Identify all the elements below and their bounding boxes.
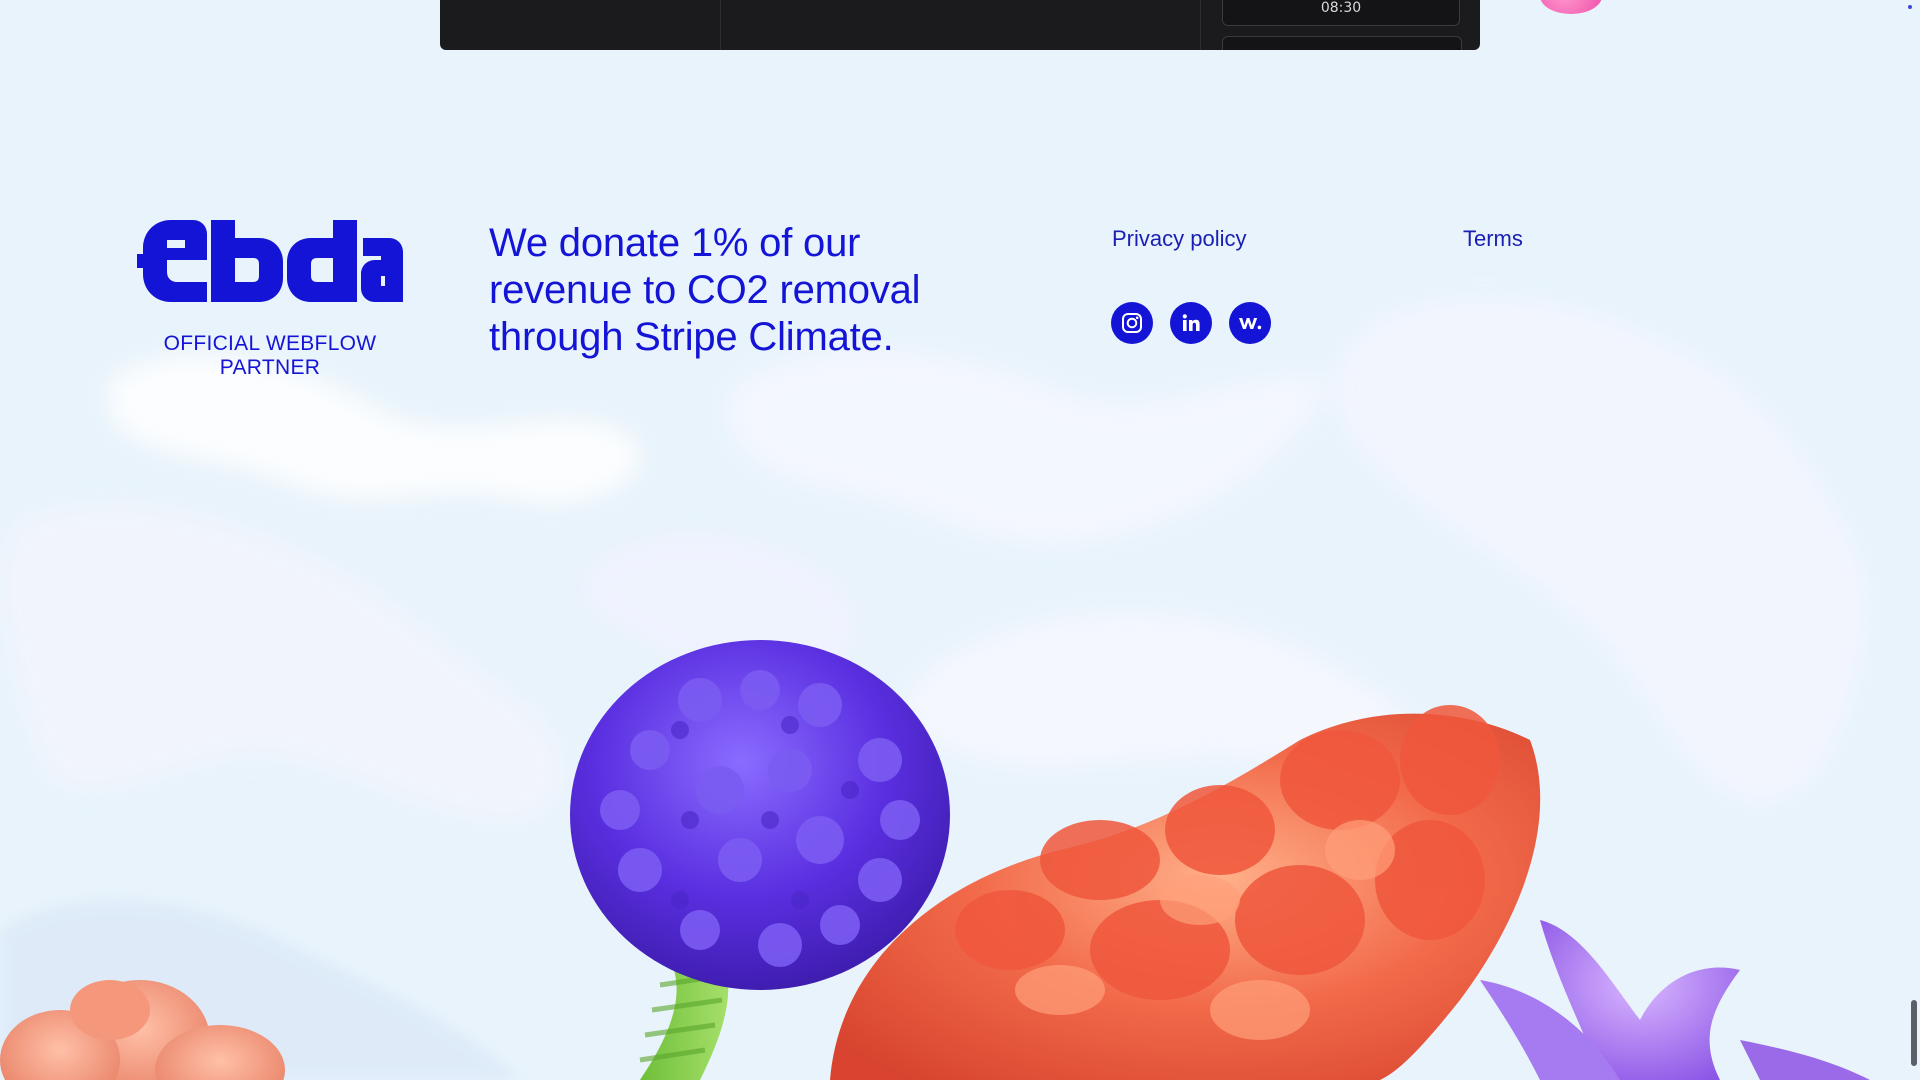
social-links xyxy=(1111,302,1271,344)
linkedin-button[interactable] xyxy=(1170,302,1212,344)
brand-block: OFFICIAL WEBFLOW PARTNER xyxy=(132,220,408,380)
site-footer: OFFICIAL WEBFLOW PARTNER We donate 1% of… xyxy=(0,0,1920,420)
webflow-icon xyxy=(1239,318,1262,330)
page-scrollbar[interactable] xyxy=(1911,1000,1917,1066)
privacy-policy-link[interactable]: Privacy policy xyxy=(1112,226,1246,252)
webflow-button[interactable] xyxy=(1229,302,1271,344)
linkedin-icon xyxy=(1182,314,1200,331)
terms-link[interactable]: Terms xyxy=(1463,226,1523,252)
webflow-partner-label: OFFICIAL WEBFLOW PARTNER xyxy=(163,332,377,379)
instagram-button[interactable] xyxy=(1111,302,1153,344)
ebda-logo[interactable] xyxy=(137,220,403,302)
donation-statement: We donate 1% of our revenue to CO2 remov… xyxy=(489,221,921,359)
instagram-icon xyxy=(1122,313,1142,333)
